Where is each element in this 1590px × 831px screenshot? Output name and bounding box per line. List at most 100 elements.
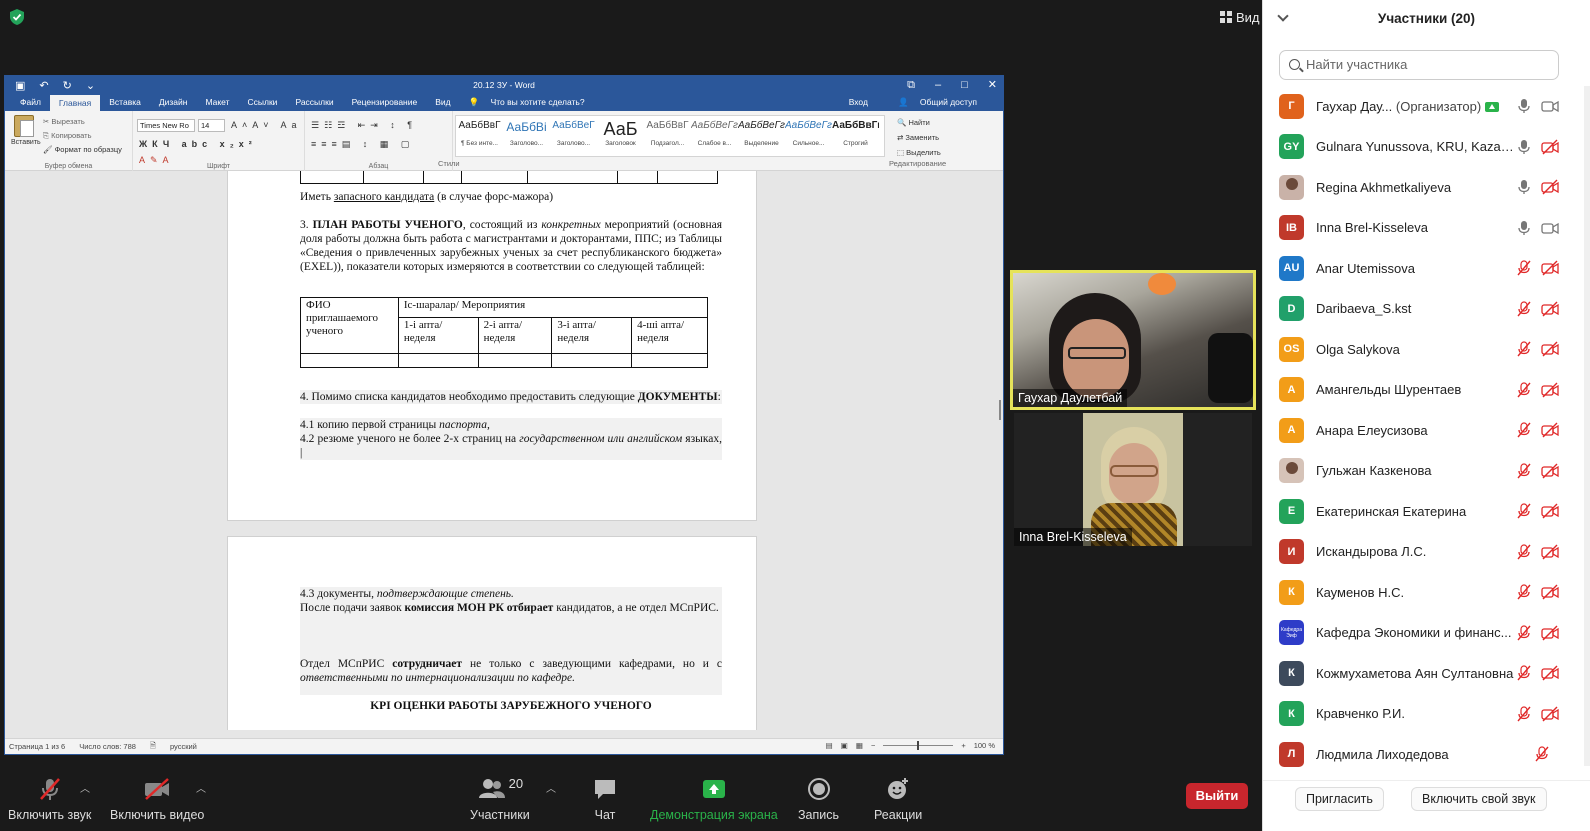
participants-caret-icon[interactable]: ︿ [546, 780, 556, 795]
microphone-muted-icon[interactable] [1517, 706, 1531, 722]
style-intense-emphasis[interactable]: АаБбВеГг Сильное... [785, 116, 832, 156]
zoom-level[interactable]: 100 % [974, 741, 995, 750]
zoom-slider[interactable] [883, 741, 954, 750]
participant-row[interactable]: И Искандырова Л.С. [1263, 532, 1590, 573]
participant-row[interactable]: Кафедра Эиф Кафедра Экономики и финанс... [1263, 613, 1590, 654]
document-canvas[interactable]: Иметь запасного кандидата (в случае форс… [5, 171, 1003, 730]
camera-off-icon[interactable] [1541, 341, 1559, 357]
maximize-icon[interactable]: □ [961, 76, 968, 94]
camera-off-icon[interactable] [1541, 706, 1559, 722]
style-title[interactable]: АаБ Заголовок [597, 116, 644, 156]
participant-row[interactable]: К Кравченко Р.И. [1263, 694, 1590, 735]
participant-row[interactable]: А Анара Елеусизова [1263, 410, 1590, 451]
document-page-1[interactable]: Иметь запасного кандидата (в случае форс… [227, 171, 757, 521]
camera-icon[interactable] [1541, 220, 1559, 236]
microphone-muted-icon[interactable] [1535, 746, 1549, 762]
style-heading1[interactable]: АаБбВі Заголово... [503, 116, 550, 156]
grow-shrink-font-icons[interactable]: A˄A˅ Aa [231, 120, 302, 130]
participant-row[interactable]: Regina Akhmetkaliyeva [1263, 167, 1590, 208]
camera-off-icon[interactable] [1541, 260, 1559, 276]
style-emphasis[interactable]: АаБбВеГг Выделение [738, 116, 785, 156]
audio-options-caret-icon[interactable]: ︿ [80, 780, 90, 795]
ribbon-display-icon[interactable]: ⧉ [907, 76, 915, 94]
camera-off-icon[interactable] [1541, 422, 1559, 438]
share-button[interactable]: 👤 Общий доступ [889, 94, 995, 111]
style-no-spacing[interactable]: АаБбВвГ ¶ Без инте... [456, 116, 503, 156]
tab-insert[interactable]: Вставка [100, 94, 150, 111]
align-icons[interactable]: ≡≡≡▤ ↕ ▦ ▢ [311, 139, 414, 150]
camera-off-icon[interactable] [1541, 503, 1559, 519]
style-subtle-emphasis[interactable]: АаБбВеГг Слабое в... [691, 116, 738, 156]
reactions-button[interactable]: Реакции [874, 776, 922, 822]
participant-row[interactable]: Е Екатеринская Екатерина [1263, 491, 1590, 532]
participant-row[interactable]: D Daribaeva_S.kst [1263, 289, 1590, 330]
microphone-muted-icon[interactable] [1517, 382, 1531, 398]
style-strong[interactable]: АаБбВвГг, Строгий [832, 116, 879, 156]
language-indicator[interactable]: русский [170, 742, 197, 751]
print-layout-icon[interactable]: ▣ [841, 741, 848, 750]
format-painter-button[interactable]: 🖌 Формат по образцу [43, 145, 122, 154]
list-icons[interactable]: ☰☷☲ ⇤⇥ ↕ ¶ [311, 120, 417, 131]
chat-button[interactable]: Чат [592, 776, 618, 822]
microphone-muted-icon[interactable] [1517, 544, 1531, 560]
microphone-icon[interactable] [1517, 139, 1531, 155]
microphone-muted-icon[interactable] [1517, 301, 1531, 317]
video-options-caret-icon[interactable]: ︿ [196, 780, 206, 795]
tab-design[interactable]: Дизайн [150, 94, 197, 111]
collapse-chevron-icon[interactable] [1277, 10, 1289, 22]
participant-row[interactable]: К Кауменов Н.С. [1263, 572, 1590, 613]
microphone-muted-icon[interactable] [1517, 665, 1531, 681]
record-button[interactable]: Запись [798, 776, 839, 822]
tab-layout[interactable]: Макет [196, 94, 238, 111]
minimize-icon[interactable]: – [935, 76, 941, 94]
style-subtitle[interactable]: АаБбВвГ Подзагол... [644, 116, 691, 156]
table-cell[interactable] [397, 353, 479, 368]
microphone-muted-icon[interactable] [1517, 341, 1531, 357]
participants-button[interactable]: 20 Участники [470, 776, 530, 822]
microphone-muted-icon[interactable] [1517, 422, 1531, 438]
microphone-muted-icon[interactable] [1517, 503, 1531, 519]
zoom-in-icon[interactable]: + [961, 741, 965, 750]
tab-home[interactable]: Главная [49, 95, 101, 111]
document-page-2[interactable]: 4.3 документы, подтверждающие степень. П… [227, 536, 757, 730]
microphone-muted-icon[interactable] [1517, 584, 1531, 600]
tell-me-box[interactable]: 💡 Что вы хотите сделать? [460, 94, 603, 111]
share-screen-button[interactable]: Демонстрация экрана [650, 776, 778, 822]
bold-italic-underline-icons[interactable]: ЖКЧ abc x₂x² [139, 139, 257, 149]
participant-row[interactable]: AU Anar Utemissova [1263, 248, 1590, 289]
table-cell[interactable] [551, 353, 633, 368]
proofing-icon[interactable]: 🗎 [150, 740, 156, 753]
tab-review[interactable]: Рецензирование [343, 94, 427, 111]
invite-button[interactable]: Пригласить [1295, 787, 1384, 811]
tab-file[interactable]: Файл [11, 94, 50, 111]
microphone-icon[interactable] [1517, 98, 1531, 114]
encryption-shield-icon[interactable] [8, 8, 26, 26]
read-mode-icon[interactable]: ▤ [826, 741, 833, 750]
video-tile-gaukhar[interactable]: Гаухар Даулетбай [1010, 270, 1256, 410]
camera-off-icon[interactable] [1541, 584, 1559, 600]
splitter-handle[interactable] [999, 400, 1001, 420]
camera-icon[interactable] [1541, 98, 1559, 114]
paste-button[interactable]: Вставить [11, 115, 41, 151]
unmute-me-button[interactable]: Включить свой звук [1411, 787, 1547, 811]
find-button[interactable]: 🔍 Найти [897, 115, 941, 130]
participant-row[interactable]: GY Gulnara Yunussova, KRU, Kazak... [1263, 127, 1590, 168]
camera-off-icon[interactable] [1541, 544, 1559, 560]
camera-off-icon[interactable] [1541, 625, 1559, 641]
participant-row[interactable]: IB Inna Brel-Kisseleva [1263, 208, 1590, 249]
microphone-muted-icon[interactable] [1517, 260, 1531, 276]
microphone-icon[interactable] [1517, 220, 1531, 236]
page-count[interactable]: Страница 1 из 6 [9, 742, 65, 751]
view-button[interactable]: Вид [1220, 6, 1260, 28]
microphone-muted-icon[interactable] [1517, 625, 1531, 641]
tab-references[interactable]: Ссылки [239, 94, 287, 111]
font-size-select[interactable]: 14 [198, 119, 225, 132]
replace-button[interactable]: ⇄ Заменить [897, 130, 941, 145]
participant-row[interactable]: К Кожмухаметова Аян Султановна [1263, 653, 1590, 694]
camera-off-icon[interactable] [1541, 665, 1559, 681]
unmute-button[interactable]: Включить звук [8, 776, 91, 822]
camera-off-icon[interactable] [1541, 301, 1559, 317]
participant-row[interactable]: Л Людмила Лиходедова [1263, 734, 1590, 775]
camera-off-icon[interactable] [1541, 382, 1559, 398]
microphone-icon[interactable] [1517, 179, 1531, 195]
